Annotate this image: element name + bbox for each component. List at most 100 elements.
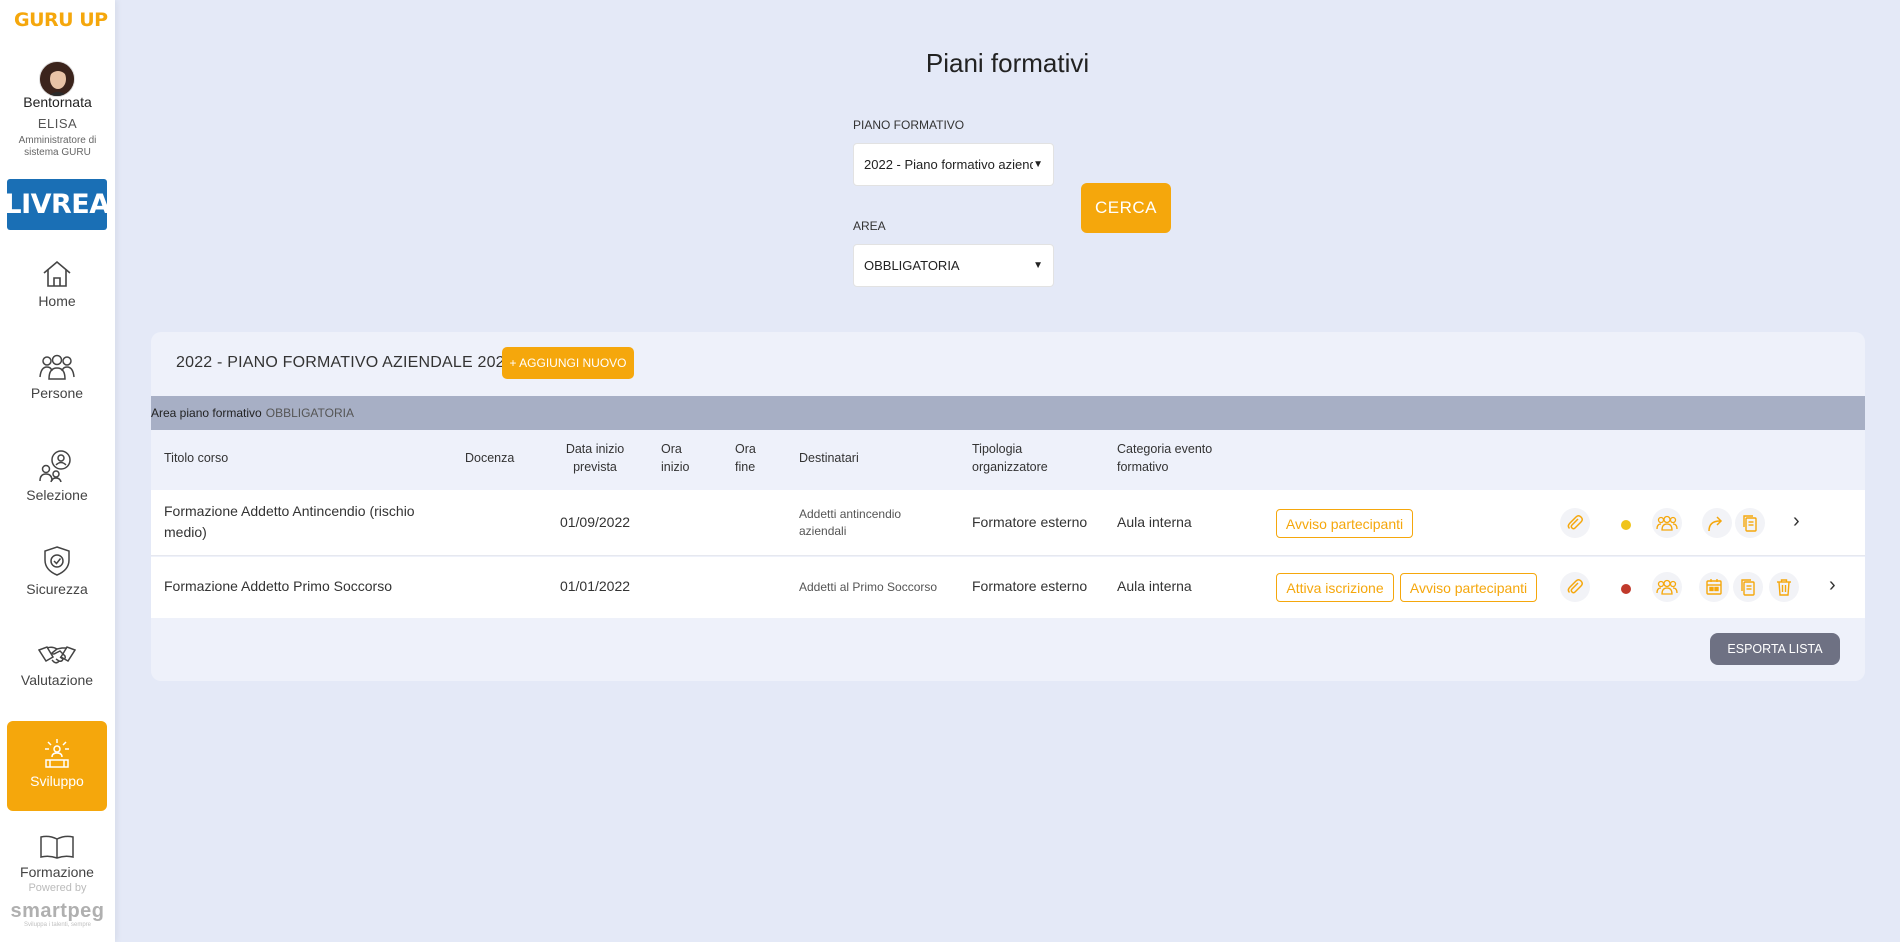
nav-sicurezza[interactable]: Sicurezza: [7, 545, 107, 607]
cell-destinatari-line2: aziendali: [799, 524, 847, 538]
cell-titolo: Formazione Addetto Antincendio (rischio …: [164, 501, 415, 543]
area-bar: Area piano formativo OBBLIGATORIA: [151, 396, 1865, 430]
table-row[interactable]: Formazione Addetto Antincendio (rischio …: [151, 490, 1865, 556]
user-role: Amministratore di sistema GURU: [18, 135, 97, 158]
page-title: Piani formativi: [925, 48, 1090, 78]
plan-select[interactable]: 2022 - Piano formativo aziendale 2022 ▼: [853, 143, 1054, 186]
cell-tipologia: Formatore esterno: [972, 578, 1088, 594]
export-list-button[interactable]: ESPORTA LISTA: [1710, 633, 1840, 665]
notify-participants-button[interactable]: Avviso partecipanti: [1400, 573, 1537, 602]
area-bar-label: Area piano formativo: [151, 406, 262, 420]
plan-filter-label: PIANO FORMATIVO: [853, 118, 965, 132]
col-header-tipologia-line2: organizzatore: [972, 460, 1048, 474]
col-header-docenza: Docenza: [465, 451, 515, 465]
smartpeg-tagline: Sviluppa i talenti, sempre: [23, 922, 92, 928]
nav-valutazione[interactable]: Valutazione: [7, 642, 107, 704]
nav-valutazione-label: Valutazione: [20, 672, 94, 688]
copy-icon: [1743, 515, 1757, 532]
forward-button[interactable]: [1702, 508, 1732, 538]
brand-logo[interactable]: GURU UP: [14, 9, 108, 31]
panel-title: 2022 - PIANO FORMATIVO AZIENDALE 2022: [176, 354, 514, 371]
col-header-categoria-line2: formativo: [1117, 460, 1169, 474]
book-icon: [40, 835, 74, 859]
area-bar-value: OBBLIGATORIA: [265, 406, 354, 420]
people-icon: [39, 354, 75, 380]
avatar[interactable]: [39, 61, 75, 97]
add-new-button[interactable]: + AGGIUNGI NUOVO: [502, 347, 634, 379]
greeting: Bentornata: [23, 94, 92, 110]
home-icon: [43, 260, 71, 287]
nav-sicurezza-label: Sicurezza: [26, 581, 88, 597]
cell-tipologia: Formatore esterno: [972, 514, 1088, 530]
col-header-destinatari: Destinatari: [799, 451, 859, 465]
trash-icon: [1777, 579, 1791, 596]
col-header-ora-inizio-line1: Ora: [661, 442, 682, 456]
nav-persone[interactable]: Persone: [7, 353, 107, 415]
people-icon: [1656, 515, 1678, 531]
col-header-ora-inizio: Ora inizio: [661, 440, 690, 476]
duplicate-button[interactable]: [1735, 508, 1765, 538]
chevron-right-icon[interactable]: ›: [1829, 574, 1836, 597]
chevron-right-icon[interactable]: ›: [1793, 510, 1800, 533]
cell-titolo-line1: Formazione Addetto Antincendio (rischio: [164, 503, 415, 519]
development-icon: [45, 739, 69, 768]
user-name: ELISA: [37, 116, 78, 131]
chevron-down-icon: ▼: [1033, 159, 1043, 170]
attachment-button[interactable]: [1560, 572, 1590, 602]
col-header-ora-inizio-line2: inizio: [661, 460, 690, 474]
col-header-categoria-line1: Categoria evento: [1117, 442, 1213, 456]
nav-formazione[interactable]: Formazione: [7, 834, 107, 882]
paperclip-icon: [1567, 515, 1583, 530]
calendar-icon: [1706, 579, 1722, 595]
area-select[interactable]: OBBLIGATORIA ▼: [853, 244, 1054, 287]
cell-titolo: Formazione Addetto Primo Soccorso: [164, 578, 392, 594]
sidebar: GURU UP Bentornata ELISA Amministratore …: [0, 0, 115, 942]
cell-categoria: Aula interna: [1117, 514, 1192, 530]
cell-categoria: Aula interna: [1117, 578, 1192, 594]
delete-button[interactable]: [1769, 572, 1799, 602]
selection-icon: [39, 450, 71, 483]
status-dot: [1621, 584, 1631, 594]
notify-participants-button[interactable]: Avviso partecipanti: [1276, 509, 1413, 538]
table-row[interactable]: Formazione Addetto Primo Soccorso 01/01/…: [151, 557, 1865, 618]
chevron-down-icon: ▼: [1033, 260, 1043, 271]
col-header-ora-fine-line2: fine: [735, 460, 756, 474]
col-header-tipologia-line1: Tipologia: [972, 442, 1023, 456]
col-header-tipologia: Tipologia organizzatore: [972, 440, 1048, 476]
participants-button[interactable]: [1652, 508, 1682, 538]
powered-by-label: Powered by: [28, 882, 87, 894]
activate-registration-button[interactable]: Attiva iscrizione: [1276, 573, 1394, 602]
cell-titolo-line2: medio): [164, 524, 207, 540]
col-header-data-inizio-line2: prevista: [573, 460, 617, 474]
nav-selezione[interactable]: Selezione: [7, 449, 107, 513]
col-header-data-inizio-line1: Data inizio: [565, 442, 625, 456]
cell-destinatari-line1: Addetti antincendio: [799, 507, 902, 521]
attachment-button[interactable]: [1560, 508, 1590, 538]
nav-home[interactable]: Home: [7, 257, 107, 319]
area-filter-label: AREA: [853, 219, 886, 233]
training-plan-panel: 2022 - PIANO FORMATIVO AZIENDALE 2022 + …: [151, 332, 1865, 681]
calendar-button[interactable]: [1699, 572, 1729, 602]
status-dot: [1621, 520, 1631, 530]
nav-persone-label: Persone: [30, 385, 84, 401]
cell-data-inizio: 01/09/2022: [559, 514, 631, 530]
shield-icon: [44, 546, 70, 576]
participants-button[interactable]: [1652, 572, 1682, 602]
col-header-ora-fine-line1: Ora: [735, 442, 756, 456]
smartpeg-logo: smartpeg: [10, 900, 105, 922]
search-button[interactable]: CERCA: [1081, 183, 1171, 233]
col-header-data-inizio: Data inizio prevista: [557, 440, 633, 476]
plan-select-value: 2022 - Piano formativo aziendale 2022: [864, 157, 1033, 172]
cell-destinatari: Addetti antincendio aziendali: [799, 506, 901, 540]
handshake-icon: [38, 646, 76, 664]
nav-sviluppo[interactable]: Sviluppo: [7, 721, 107, 811]
copy-icon: [1741, 579, 1755, 596]
cell-data-inizio: 01/01/2022: [559, 578, 631, 594]
col-header-titolo: Titolo corso: [164, 451, 229, 465]
col-header-ora-fine: Ora fine: [735, 440, 756, 476]
paperclip-icon: [1567, 579, 1583, 594]
nav-sviluppo-label: Sviluppo: [30, 773, 84, 789]
col-header-categoria: Categoria evento formativo: [1117, 440, 1212, 476]
duplicate-button[interactable]: [1733, 572, 1763, 602]
nav-home-label: Home: [38, 293, 76, 309]
